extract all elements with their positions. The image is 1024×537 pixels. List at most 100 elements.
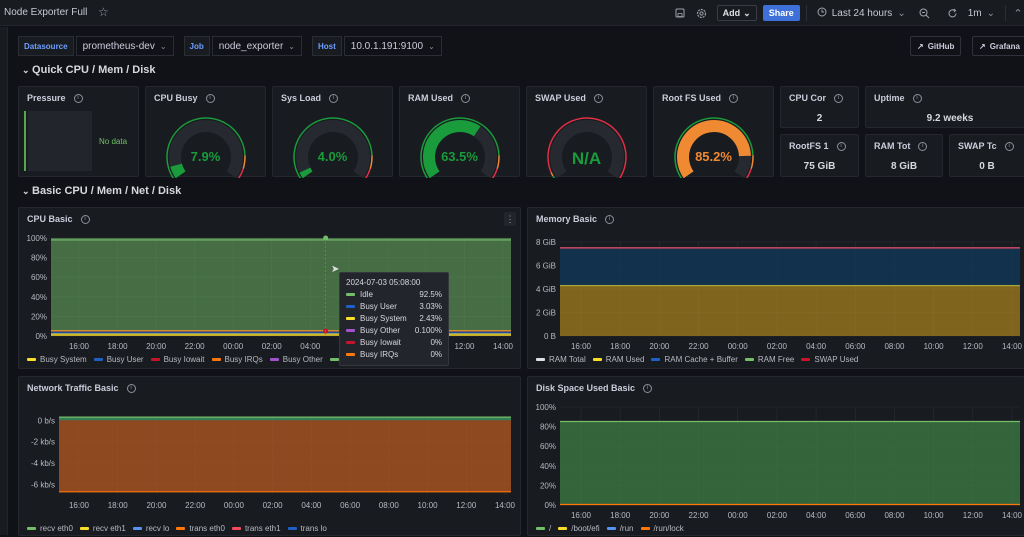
info-icon[interactable]: i <box>836 141 846 151</box>
add-button[interactable]: Add ⌄ <box>716 5 757 21</box>
host-select[interactable]: 10.0.1.191:9100 ⌄ <box>343 36 442 56</box>
legend-item[interactable]: recv eth0 <box>27 524 73 533</box>
legend-swatch <box>27 527 36 530</box>
legend-label: trans eth0 <box>189 524 225 533</box>
legend-label: Busy IRQs <box>224 355 263 364</box>
refresh-interval-picker[interactable]: 1m ⌄ <box>964 8 999 19</box>
x-tick-label: 04:00 <box>806 511 827 520</box>
info-icon[interactable]: i <box>912 93 922 103</box>
job-select[interactable]: node_exporter ⌄ <box>211 36 302 56</box>
refresh-interval-label: 1m <box>967 7 982 19</box>
chevron-down-icon: ⌄ <box>428 41 435 51</box>
github-link[interactable]: ↗ GitHub <box>910 36 962 56</box>
panel-title-text: Uptime <box>874 93 905 103</box>
legend-item[interactable]: recv lo <box>132 524 169 533</box>
legend-item[interactable]: Busy Iowait <box>150 355 205 364</box>
memory-basic-chart[interactable]: 0 B 2 GiB 4 GiB 6 GiB 8 GiB 16:00 18:00 20:00 22… <box>528 208 1024 370</box>
legend-item[interactable]: trans eth1 <box>231 524 281 533</box>
legend-item[interactable]: recv eth1 <box>79 524 126 533</box>
disk-space-chart[interactable]: 0% 20% 40% 60% 80% 100% 16:00 18:00 20:00 22:00 00… <box>528 377 1024 537</box>
legend-swatch <box>606 527 616 530</box>
x-tick-label: 14:00 <box>495 501 516 510</box>
y-tick-label: 8 GiB <box>536 238 556 247</box>
panel-title-text: SWAP Tc <box>958 141 997 151</box>
zoom-out-icon[interactable] <box>914 4 936 22</box>
x-tick-label: 22:00 <box>185 501 206 510</box>
x-tick-label: 18:00 <box>108 501 129 510</box>
y-tick-label: 0 b/s <box>38 416 55 425</box>
legend-swatch <box>346 305 355 308</box>
chart-legend: Busy System Busy User Busy Iowait Busy IRQs… <box>27 355 356 364</box>
legend-item[interactable]: RAM Used <box>592 355 645 364</box>
legend-label: RAM Used <box>605 355 645 364</box>
collapse-icon[interactable]: ⌃ <box>1012 4 1024 22</box>
tooltip-series-name: Busy User <box>360 302 397 311</box>
x-tick-label: 18:00 <box>610 511 631 520</box>
info-icon[interactable]: i <box>1004 141 1014 151</box>
gauge-value: 4.0% <box>317 149 348 164</box>
y-tick-label: 0% <box>35 332 47 341</box>
gauge-threshold-green <box>552 175 556 178</box>
chevron-down-icon: ⌄ <box>986 7 995 19</box>
legend-swatch <box>231 527 241 530</box>
refresh-icon[interactable] <box>942 4 964 22</box>
variable-label-datasource: Datasource <box>18 36 74 56</box>
chevron-down-icon: ⌄ <box>159 41 167 51</box>
y-tick-label: -6 kb/s <box>31 480 55 489</box>
external-link-icon: ↗ <box>979 41 986 51</box>
row-basic-cpu-mem-net-disk[interactable]: ⌄ Basic CPU / Mem / Net / Disk <box>22 185 181 197</box>
gauge-chart <box>166 117 246 178</box>
stat-value: 9.2 weeks <box>926 113 974 124</box>
add-label: Add <box>722 8 741 18</box>
legend-label: trans eth1 <box>244 524 281 533</box>
legend-item[interactable]: /run/lock <box>640 524 684 533</box>
legend-swatch <box>558 527 568 530</box>
legend-item[interactable]: RAM Total <box>536 355 586 364</box>
settings-gear-icon[interactable] <box>691 4 713 22</box>
legend-swatch <box>346 317 355 320</box>
breadcrumb-dashboard-title[interactable]: Node Exporter Full <box>4 7 87 18</box>
info-icon[interactable]: i <box>73 93 83 103</box>
save-icon[interactable] <box>669 4 691 22</box>
x-tick-label: 02:00 <box>767 511 788 520</box>
datasource-select[interactable]: prometheus-dev ⌄ <box>75 36 174 56</box>
legend-item[interactable]: Busy User <box>93 355 144 364</box>
legend-item[interactable]: RAM Free <box>744 355 794 364</box>
tooltip-series-name: Idle <box>360 290 373 299</box>
x-tick-label: 06:00 <box>845 511 866 520</box>
network-traffic-chart[interactable]: -6 kb/s -4 kb/s -2 kb/s 0 b/s 16:00 18:00 20:0… <box>19 377 522 537</box>
tooltip-series-value: 92.5% <box>419 290 442 299</box>
series-trans-eth0 <box>59 420 511 492</box>
row-title-text: Quick CPU / Mem / Disk <box>32 64 156 76</box>
legend-item[interactable]: trans lo <box>287 524 327 533</box>
legend-item[interactable]: Busy Other <box>269 355 323 364</box>
legend-item[interactable]: RAM Cache + Buffer <box>651 355 738 364</box>
legend-item[interactable]: / <box>536 524 551 533</box>
x-tick-label: 08:00 <box>884 511 905 520</box>
info-icon[interactable]: i <box>918 141 928 151</box>
legend-label: recv eth0 <box>40 524 73 533</box>
chart-legend: recv eth0 recv eth1 recv lo trans eth0 trans… <box>27 524 327 533</box>
panel-network-traffic-basic: Network Traffic Basic i -6 kb/s -4 kb/s -2 … <box>18 376 521 536</box>
gauge-value-arc <box>170 163 186 178</box>
series-ram-cache-buffer <box>560 247 1020 286</box>
info-icon[interactable]: i <box>834 93 844 103</box>
x-tick-label: 00:00 <box>224 501 245 510</box>
share-button[interactable]: Share <box>762 5 800 21</box>
legend-item[interactable]: SWAP Used <box>801 355 858 364</box>
row-quick-cpu-mem-disk[interactable]: ⌄ Quick CPU / Mem / Disk <box>22 64 156 76</box>
legend-item[interactable]: /boot/efi <box>558 524 600 533</box>
x-tick-label: 18:00 <box>610 342 631 351</box>
x-tick-label: 20:00 <box>649 511 670 520</box>
x-tick-label: 08:00 <box>884 342 905 351</box>
legend-swatch <box>211 358 221 361</box>
legend-item[interactable]: trans eth0 <box>176 524 225 533</box>
star-icon[interactable]: ☆ <box>98 5 109 19</box>
time-range-picker[interactable]: Last 24 hours ⌄ <box>813 7 910 20</box>
legend-item[interactable]: Busy System <box>27 355 87 364</box>
legend-swatch <box>79 527 89 530</box>
legend-item[interactable]: Busy IRQs <box>211 355 263 364</box>
panel-title: Uptime i <box>874 93 922 103</box>
grafana-link[interactable]: ↗ Grafana <box>972 36 1024 56</box>
legend-item[interactable]: /run <box>606 524 634 533</box>
